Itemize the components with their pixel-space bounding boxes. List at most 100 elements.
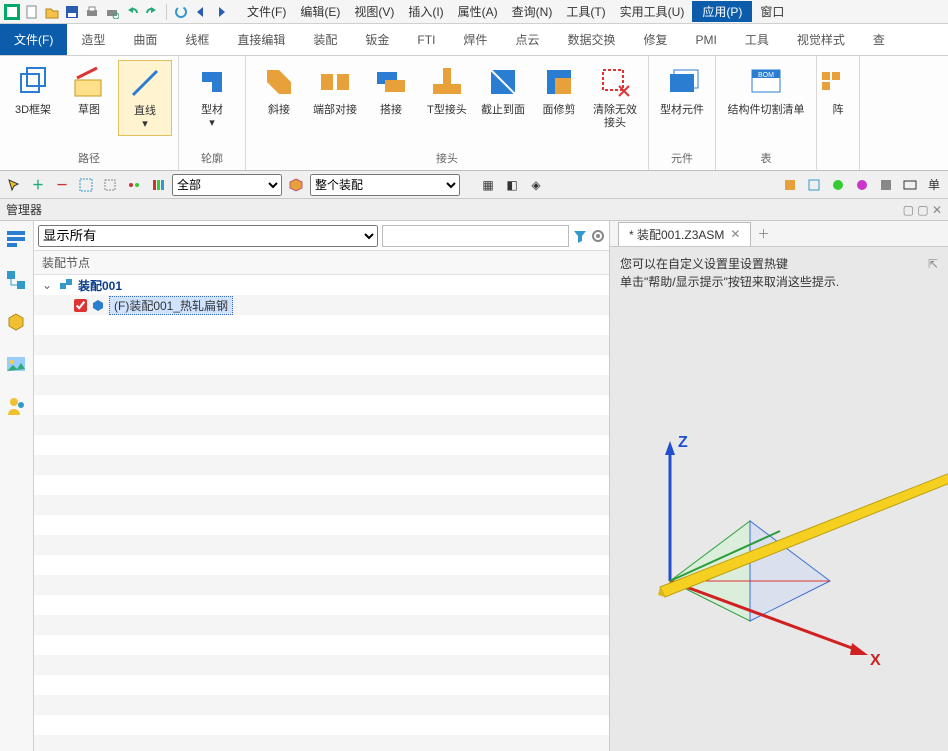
tab-tools2[interactable]: 工具 bbox=[731, 24, 783, 55]
btn-cutlist[interactable]: BOM结构件切割清单 bbox=[722, 60, 810, 121]
btn-3dframe[interactable]: 3D框架 bbox=[6, 60, 60, 121]
btn-profilepart[interactable]: 型材元件 bbox=[655, 60, 709, 121]
menu-app[interactable]: 应用(P) bbox=[692, 1, 752, 22]
view-icon-4[interactable] bbox=[852, 175, 872, 195]
viewport[interactable]: * 装配001.Z3ASM ✕ ＋ ⇱ 您可以在自定义设置里设置热键 单击"帮助… bbox=[610, 221, 948, 751]
btn-facetrim[interactable]: 面修剪 bbox=[532, 60, 586, 121]
vtab-tree[interactable] bbox=[5, 269, 29, 293]
menu-tools[interactable]: 工具(T) bbox=[560, 1, 611, 22]
tab-pointcloud[interactable]: 点云 bbox=[501, 24, 553, 55]
doc-tab-active[interactable]: * 装配001.Z3ASM ✕ bbox=[618, 222, 751, 246]
filter-combo1[interactable]: 全部 bbox=[172, 174, 282, 196]
menu-window[interactable]: 窗口 bbox=[754, 1, 790, 22]
tab-sheetmetal[interactable]: 钣金 bbox=[351, 24, 403, 55]
vtab-history[interactable] bbox=[5, 227, 29, 251]
btn-pattern[interactable]: 阵 bbox=[823, 60, 853, 121]
collapse-icon[interactable]: ⌄ bbox=[42, 278, 54, 292]
quick-access-toolbar: 文件(F) 编辑(E) 视图(V) 插入(I) 属性(A) 查询(N) 工具(T… bbox=[0, 0, 948, 24]
btn-trimface[interactable]: 截止到面 bbox=[476, 60, 530, 121]
view-icon-5[interactable] bbox=[876, 175, 896, 195]
undo-icon[interactable] bbox=[124, 4, 140, 20]
tab-surface[interactable]: 曲面 bbox=[119, 24, 171, 55]
print-icon[interactable] bbox=[84, 4, 100, 20]
add-tab-icon[interactable]: ＋ bbox=[757, 225, 769, 242]
hint-close-icon[interactable]: ⇱ bbox=[928, 255, 938, 273]
tab-pmi[interactable]: PMI bbox=[681, 24, 730, 55]
btn-sketch[interactable]: 草图 bbox=[62, 60, 116, 121]
tree-child-check[interactable] bbox=[74, 299, 87, 312]
nav-fwd-icon[interactable] bbox=[213, 4, 229, 20]
print-preview-icon[interactable] bbox=[104, 4, 120, 20]
tree-child-row[interactable]: (F)装配001_热轧扁钢 bbox=[34, 295, 609, 315]
filter-combo2[interactable]: 整个装配 bbox=[310, 174, 460, 196]
close-icon[interactable]: ✕ bbox=[730, 227, 740, 241]
tab-direct[interactable]: 直接编辑 bbox=[223, 24, 299, 55]
btn-miter[interactable]: 斜接 bbox=[252, 60, 306, 121]
tb-icon-2[interactable]: ◧ bbox=[502, 175, 522, 195]
menu-attr[interactable]: 属性(A) bbox=[452, 1, 504, 22]
doc-tab-label: * 装配001.Z3ASM bbox=[629, 226, 724, 243]
filter-bars-icon[interactable] bbox=[148, 175, 168, 195]
add-icon[interactable]: ＋ bbox=[28, 175, 48, 195]
funnel-icon[interactable] bbox=[573, 229, 587, 243]
vertical-tabs bbox=[0, 221, 34, 751]
tb-icon-1[interactable]: ▦ bbox=[478, 175, 498, 195]
save-icon[interactable] bbox=[64, 4, 80, 20]
tab-repair[interactable]: 修复 bbox=[629, 24, 681, 55]
tab-wire[interactable]: 线框 bbox=[171, 24, 223, 55]
hint-line1: 您可以在自定义设置里设置热键 bbox=[620, 255, 938, 273]
vtab-image[interactable] bbox=[5, 353, 29, 377]
view-icon-6[interactable] bbox=[900, 175, 920, 195]
menu-file[interactable]: 文件(F) bbox=[241, 1, 292, 22]
select-all-icon[interactable] bbox=[76, 175, 96, 195]
open-icon[interactable] bbox=[44, 4, 60, 20]
tab-exchange[interactable]: 数据交换 bbox=[553, 24, 629, 55]
view-icon-1[interactable] bbox=[780, 175, 800, 195]
group-extra: 阵 bbox=[817, 56, 860, 170]
menu-insert[interactable]: 插入(I) bbox=[402, 1, 449, 22]
settings-icon[interactable] bbox=[591, 229, 605, 243]
btn-lap[interactable]: 搭接 bbox=[364, 60, 418, 121]
menu-edit[interactable]: 编辑(E) bbox=[294, 1, 346, 22]
menu-bar: 文件(F) 编辑(E) 视图(V) 插入(I) 属性(A) 查询(N) 工具(T… bbox=[241, 1, 790, 22]
tree-child-label: (F)装配001_热轧扁钢 bbox=[109, 296, 233, 315]
tab-fti[interactable]: FTI bbox=[403, 24, 449, 55]
tree-filter-select[interactable]: 显示所有 bbox=[38, 225, 378, 247]
remove-icon[interactable]: － bbox=[52, 175, 72, 195]
refresh-icon[interactable] bbox=[173, 4, 189, 20]
select-chain-icon[interactable] bbox=[124, 175, 144, 195]
btn-line[interactable]: 直线▾ bbox=[118, 60, 172, 136]
manager-controls[interactable]: ▢ ▢ ✕ bbox=[903, 203, 942, 217]
menu-view[interactable]: 视图(V) bbox=[348, 1, 400, 22]
tree-root-row[interactable]: ⌄ 装配001 bbox=[34, 275, 609, 295]
btn-profile[interactable]: 型材▾ bbox=[185, 60, 239, 134]
btn-tjoint[interactable]: T型接头 bbox=[420, 60, 474, 121]
ribbon-tabs: 文件(F) 造型 曲面 线框 直接编辑 装配 钣金 FTI 焊件 点云 数据交换… bbox=[0, 24, 948, 56]
nav-back-icon[interactable] bbox=[193, 4, 209, 20]
view-icon-7[interactable]: 单 bbox=[924, 175, 944, 195]
btn-endbutt[interactable]: 端部对接 bbox=[308, 60, 362, 121]
group-label-extra bbox=[817, 164, 859, 170]
vtab-part[interactable] bbox=[5, 311, 29, 335]
select-box-icon[interactable] bbox=[100, 175, 120, 195]
redo-icon[interactable] bbox=[144, 4, 160, 20]
menu-query[interactable]: 查询(N) bbox=[506, 1, 559, 22]
btn-clearinvalid[interactable]: 清除无效接头 bbox=[588, 60, 642, 134]
view-icon-3[interactable] bbox=[828, 175, 848, 195]
manager-title: 管理器 bbox=[6, 201, 42, 218]
tab-more[interactable]: 查 bbox=[859, 24, 899, 55]
tab-assembly[interactable]: 装配 bbox=[299, 24, 351, 55]
new-icon[interactable] bbox=[24, 4, 40, 20]
tab-shape[interactable]: 造型 bbox=[67, 24, 119, 55]
svg-text:Z: Z bbox=[678, 434, 688, 451]
cursor-icon[interactable] bbox=[4, 175, 24, 195]
menu-util[interactable]: 实用工具(U) bbox=[614, 1, 691, 22]
tab-file[interactable]: 文件(F) bbox=[0, 24, 67, 55]
tb-icon-3[interactable]: ◈ bbox=[526, 175, 546, 195]
tab-visual[interactable]: 视觉样式 bbox=[783, 24, 859, 55]
view-icon-2[interactable] bbox=[804, 175, 824, 195]
tree-search-input[interactable] bbox=[382, 225, 569, 247]
tab-weld[interactable]: 焊件 bbox=[449, 24, 501, 55]
cube-filter-icon[interactable] bbox=[286, 175, 306, 195]
vtab-user[interactable] bbox=[5, 395, 29, 419]
